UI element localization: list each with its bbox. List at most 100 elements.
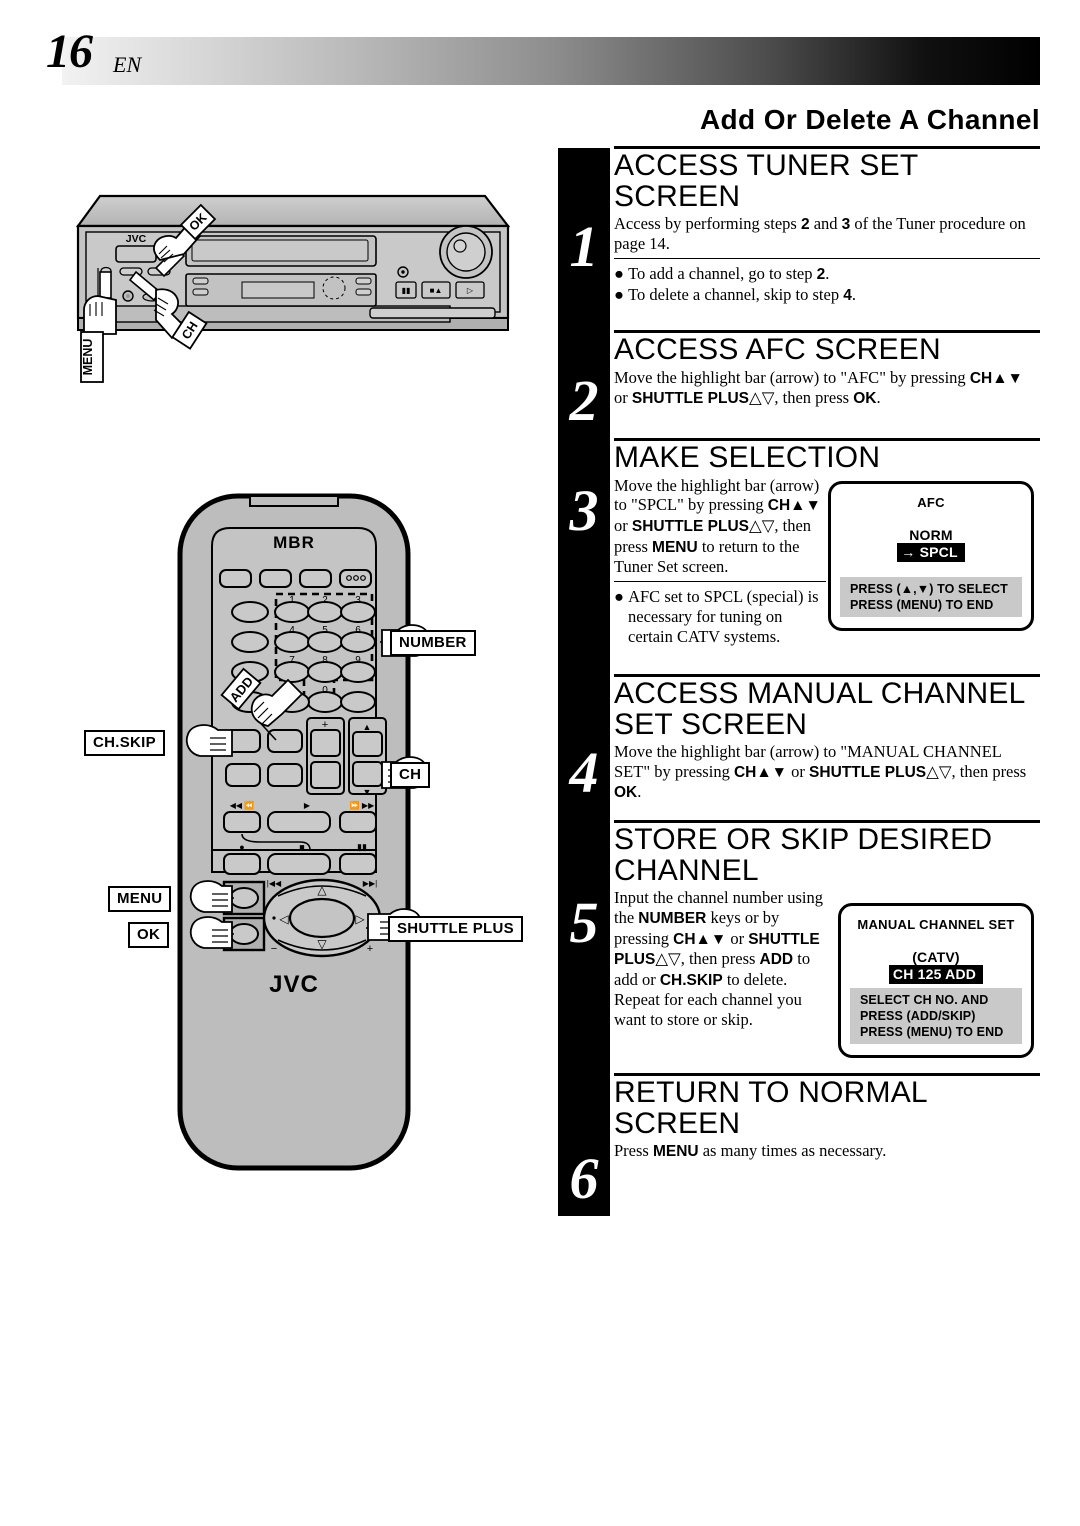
svg-text:▮▮: ▮▮	[402, 286, 411, 295]
step-5-body: Input the channel number using the NUMBE…	[614, 888, 823, 1030]
chskip-hand-pointer	[185, 724, 233, 757]
step-number-5: 5	[569, 890, 599, 955]
remote-callout-ok: OK	[128, 922, 170, 948]
svg-text:▲: ▲	[363, 722, 372, 732]
osd-afc-option-spcl: → SPCL	[897, 543, 965, 562]
osd-afc-footer: PRESS (▲,▼) TO SELECT PRESS (MENU) TO EN…	[840, 577, 1022, 617]
osd-manual-footer-line3: PRESS (MENU) TO END	[860, 1025, 1004, 1039]
svg-text:1: 1	[289, 595, 295, 606]
step-5-heading: STORE OR SKIP DESIRED CHANNEL	[614, 823, 993, 887]
osd-manual-footer-line1: SELECT CH NO. AND	[860, 993, 989, 1007]
svg-text:■▲: ■▲	[430, 286, 443, 295]
osd-afc-title: AFC	[917, 495, 945, 510]
remote-callout-shuttle-plus: SHUTTLE PLUS	[388, 916, 523, 942]
remote-callout-number: NUMBER	[390, 630, 476, 656]
svg-text:−: −	[322, 789, 328, 801]
osd-afc-option-norm: NORM	[909, 527, 953, 543]
svg-text:▶▶|: ▶▶|	[363, 879, 377, 888]
svg-text:⏩ ▶▶: ⏩ ▶▶	[350, 800, 375, 810]
svg-text:◁: ◁	[279, 912, 289, 926]
osd-afc-options: NORM → SPCL	[831, 527, 1031, 562]
svg-text:−: −	[271, 943, 277, 955]
remote-svg: MBR 1 2 3 4 5 6 7 8 9 0 + − ▲ ▼ ◀◀ ⏪ ▶ ⏩…	[177, 493, 431, 1171]
step-1-bullets: ● To add a channel, go to step 2. ● To d…	[614, 257, 1040, 305]
osd-manual-footer: SELECT CH NO. AND PRESS (ADD/SKIP) PRESS…	[850, 988, 1022, 1044]
step-number-2: 2	[569, 368, 599, 433]
step-6-heading: RETURN TO NORMAL SCREEN	[614, 1076, 927, 1140]
svg-text:3: 3	[355, 595, 361, 606]
osd-afc-footer-line1: PRESS (▲,▼) TO SELECT	[850, 582, 1008, 596]
svg-text:2: 2	[322, 595, 328, 606]
step-number-3: 3	[569, 478, 599, 543]
step-4-body: Move the highlight bar (arrow) to "MANUA…	[614, 742, 1027, 801]
svg-text:0: 0	[322, 685, 328, 696]
svg-text:▽: ▽	[317, 937, 327, 951]
remote-brand-bottom: JVC	[269, 971, 319, 998]
osd-manual-footer-line2: PRESS (ADD/SKIP)	[860, 1009, 976, 1023]
step-3-bullet-1: ● AFC set to SPCL (special) is necessary…	[614, 586, 819, 646]
step-1-bullet-1: ● To add a channel, go to step 2.	[614, 263, 830, 283]
step-number-bar	[558, 148, 610, 1216]
osd-manual-channel: CH 125 ADD	[888, 965, 984, 984]
page-number: 16	[46, 25, 93, 78]
step-number-1: 1	[569, 214, 599, 279]
step-1-bullet-2: ● To delete a channel, skip to step 4.	[614, 284, 856, 304]
step-number-4: 4	[569, 740, 599, 805]
svg-text:△: △	[317, 883, 327, 897]
osd-manual-channel-set-screen: MANUAL CHANNEL SET (CATV) CH 125 ADD SEL…	[838, 903, 1034, 1058]
remote-control-illustration: MBR 1 2 3 4 5 6 7 8 9 0 + − ▲ ▼ ◀◀ ⏪ ▶ ⏩…	[84, 490, 523, 1180]
svg-text:▮▮: ▮▮	[357, 842, 367, 852]
step-2-heading: ACCESS AFC SCREEN	[614, 333, 941, 366]
svg-text:7: 7	[289, 655, 295, 666]
step-3-text-column: Move the highlight bar (arrow) to "SPCL"…	[614, 476, 826, 647]
vcr-front-panel-illustration: JVC ▮▮ ■▲ ▷ OK CH MENU	[60, 168, 530, 418]
svg-text:6: 6	[355, 625, 361, 636]
osd-manual-values: (CATV) CH 125 ADD	[841, 949, 1031, 984]
step-3-heading: MAKE SELECTION	[614, 441, 881, 474]
remote-callout-menu: MENU	[108, 886, 172, 912]
remote-brand-top: MBR	[273, 533, 315, 552]
vcr-svg: JVC ▮▮ ■▲ ▷ OK CH MENU	[75, 194, 511, 383]
step-1-body: Access by performing steps 2 and 3 of th…	[614, 214, 1026, 254]
step-6-body: Press MENU as many times as necessary.	[614, 1141, 887, 1161]
add-button[interactable]	[267, 729, 303, 753]
step-3-bullets: ● AFC set to SPCL (special) is necessary…	[614, 580, 826, 646]
step-1-heading: ACCESS TUNER SET SCREEN	[614, 149, 918, 213]
osd-afc-footer-line2: PRESS (MENU) TO END	[850, 598, 994, 612]
step-5-text-column: Input the channel number using the NUMBE…	[614, 888, 826, 1030]
osd-afc-screen: AFC NORM → SPCL PRESS (▲,▼) TO SELECT PR…	[828, 481, 1034, 631]
remote-callout-ch: CH	[390, 762, 431, 788]
vcr-brand-label: JVC	[126, 233, 147, 245]
vcr-callout-menu: MENU	[81, 339, 95, 376]
svg-text:9: 9	[355, 655, 361, 666]
svg-text:■: ■	[299, 842, 304, 852]
remote-callout-chskip: CH.SKIP	[84, 730, 165, 756]
svg-text:|◀◀: |◀◀	[267, 879, 282, 888]
step-2-body: Move the highlight bar (arrow) to "AFC" …	[614, 367, 1023, 407]
page-language-code: EN	[113, 52, 142, 77]
step-4: ACCESS MANUAL CHANNEL SET SCREEN Move th…	[614, 674, 1040, 802]
remote-menu-hand-pointer	[189, 880, 234, 913]
header-gradient-bar	[62, 37, 1040, 85]
step-1: ACCESS TUNER SET SCREEN Access by perfor…	[614, 146, 1040, 305]
step-6: RETURN TO NORMAL SCREEN Press MENU as ma…	[614, 1073, 1040, 1161]
osd-manual-title: MANUAL CHANNEL SET	[857, 917, 1015, 932]
step-4-heading: ACCESS MANUAL CHANNEL SET SCREEN	[614, 677, 1025, 741]
section-title: Add Or Delete A Channel	[699, 104, 1040, 135]
svg-text:▼: ▼	[363, 787, 372, 797]
svg-text:+: +	[367, 943, 373, 955]
svg-text:◀◀ ⏪: ◀◀ ⏪	[230, 800, 255, 810]
svg-text:4: 4	[289, 625, 295, 636]
svg-text:8: 8	[322, 655, 328, 666]
svg-text:▷: ▷	[355, 912, 365, 926]
step-2: ACCESS AFC SCREEN Move the highlight bar…	[614, 330, 1040, 408]
svg-text:5: 5	[322, 625, 328, 636]
svg-text:▷: ▷	[467, 286, 474, 295]
shuttle-plus-control[interactable]: △ ▽ ◁ ▷ |◀◀ ▶▶| − +	[262, 878, 382, 958]
remote-ok-hand-pointer	[189, 916, 234, 949]
osd-manual-band: (CATV)	[912, 949, 960, 965]
step-3-body: Move the highlight bar (arrow) to "SPCL"…	[614, 475, 821, 577]
svg-text:●: ●	[239, 842, 244, 852]
svg-text:▶: ▶	[304, 801, 311, 810]
step-number-6: 6	[569, 1146, 599, 1211]
